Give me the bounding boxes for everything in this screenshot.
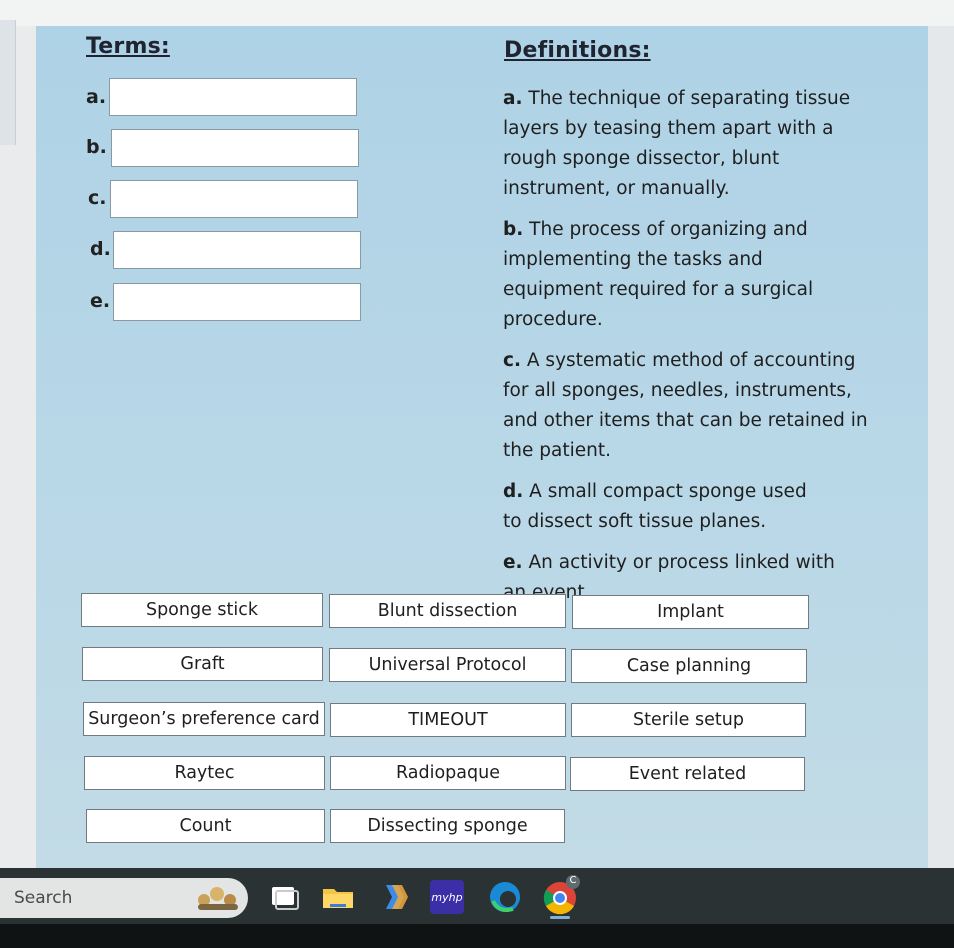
left-window-edge	[0, 20, 16, 145]
copilot-icon[interactable]	[378, 881, 412, 913]
option-count[interactable]: Count	[86, 809, 325, 843]
option-blunt-dissection[interactable]: Blunt dissection	[329, 594, 566, 628]
option-case-planning[interactable]: Case planning	[571, 649, 807, 683]
definition-c: c. A systematic method of accounting for…	[503, 346, 873, 466]
answer-dropzone-c[interactable]	[110, 180, 358, 218]
definitions-list: a. The technique of separating tissue la…	[503, 84, 883, 619]
definition-text: A small compact sponge used to dissect s…	[503, 481, 807, 532]
definition-text: The process of organizing and implementi…	[503, 219, 814, 330]
search-highlight-icon[interactable]	[190, 880, 246, 914]
definition-letter: a.	[503, 88, 523, 109]
myhp-icon[interactable]: myhp	[430, 880, 464, 914]
term-letter-a: a.	[86, 86, 107, 108]
chrome-profile-badge: C	[569, 875, 577, 886]
term-letter-e: e.	[90, 290, 111, 312]
option-radiopaque[interactable]: Radiopaque	[330, 756, 566, 790]
edge-icon[interactable]	[487, 879, 523, 915]
top-strip	[0, 0, 954, 26]
option-event-related[interactable]: Event related	[570, 757, 805, 791]
file-explorer-icon[interactable]	[320, 882, 356, 912]
term-letter-c: c.	[88, 187, 107, 209]
answer-dropzone-d[interactable]	[113, 231, 361, 269]
definition-text: The technique of separating tissue layer…	[503, 88, 851, 199]
monitor-bezel	[0, 924, 954, 948]
myhp-label: myhp	[431, 890, 463, 904]
terms-heading: Terms:	[86, 34, 170, 59]
option-universal-protocol[interactable]: Universal Protocol	[329, 648, 566, 682]
option-sterile-setup[interactable]: Sterile setup	[571, 703, 806, 737]
definition-letter: e.	[503, 552, 523, 573]
right-window-edge	[928, 26, 954, 868]
definition-b: b. The process of organizing and impleme…	[503, 215, 855, 335]
option-dissecting-sponge[interactable]: Dissecting sponge	[330, 809, 565, 843]
term-letter-d: d.	[90, 238, 111, 260]
term-letter-b: b.	[86, 136, 107, 158]
definition-letter: d.	[503, 481, 524, 502]
option-surgeons-preference-card[interactable]: Surgeon’s preference card	[83, 702, 325, 736]
option-graft[interactable]: Graft	[82, 647, 323, 681]
task-view-icon[interactable]	[268, 882, 300, 912]
option-timeout[interactable]: TIMEOUT	[330, 703, 566, 737]
definition-text: A systematic method of accounting for al…	[503, 350, 868, 461]
definition-letter: b.	[503, 219, 524, 240]
definition-d: d. A small compact sponge used to dissec…	[503, 477, 823, 537]
option-raytec[interactable]: Raytec	[84, 756, 325, 790]
option-sponge-stick[interactable]: Sponge stick	[81, 593, 323, 627]
answer-dropzone-b[interactable]	[111, 129, 359, 167]
definitions-heading: Definitions:	[504, 38, 651, 63]
answer-dropzone-a[interactable]	[109, 78, 357, 116]
definition-letter: c.	[503, 350, 521, 371]
option-implant[interactable]: Implant	[572, 595, 809, 629]
answer-dropzone-e[interactable]	[113, 283, 361, 321]
search-label: Search	[14, 888, 73, 908]
definition-a: a. The technique of separating tissue la…	[503, 84, 873, 204]
